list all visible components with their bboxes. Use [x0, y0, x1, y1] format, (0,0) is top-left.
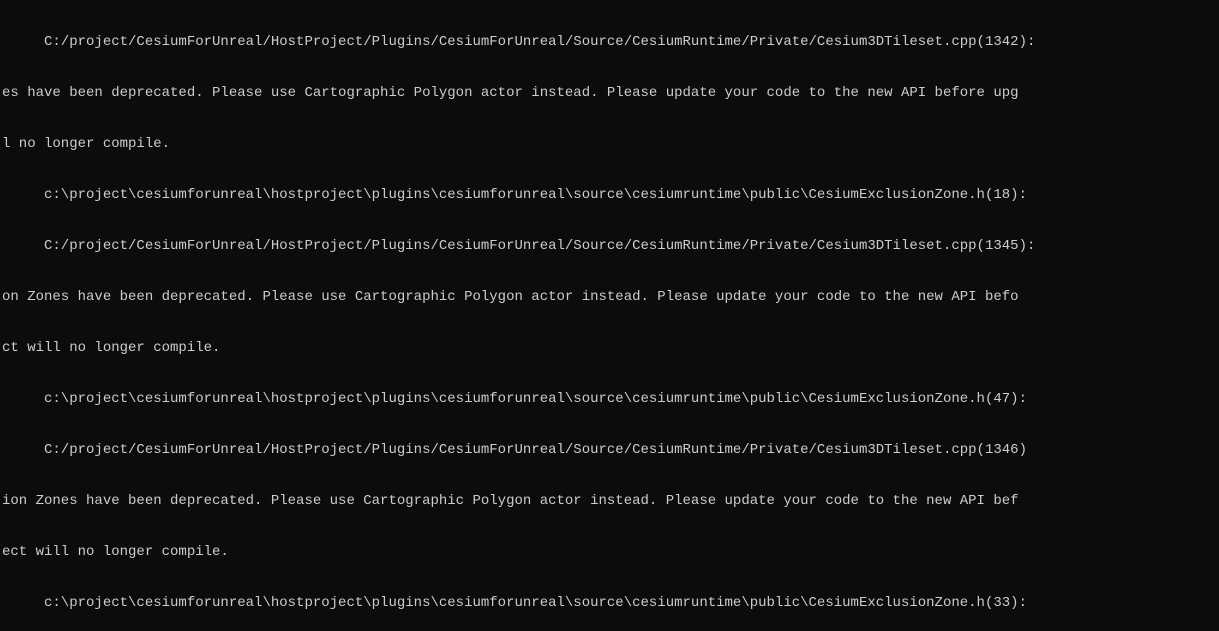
output-line: ion Zones have been deprecated. Please u…: [2, 493, 1217, 510]
output-line: on Zones have been deprecated. Please us…: [2, 289, 1217, 306]
output-line: c:\project\cesiumforunreal\hostproject\p…: [2, 595, 1217, 612]
output-line: ct will no longer compile.: [2, 340, 1217, 357]
output-line: C:/project/CesiumForUnreal/HostProject/P…: [2, 442, 1217, 459]
terminal-output[interactable]: C:/project/CesiumForUnreal/HostProject/P…: [0, 0, 1219, 631]
output-line: es have been deprecated. Please use Cart…: [2, 85, 1217, 102]
output-line: C:/project/CesiumForUnreal/HostProject/P…: [2, 238, 1217, 255]
output-line: c:\project\cesiumforunreal\hostproject\p…: [2, 187, 1217, 204]
output-line: C:/project/CesiumForUnreal/HostProject/P…: [2, 34, 1217, 51]
output-line: c:\project\cesiumforunreal\hostproject\p…: [2, 391, 1217, 408]
output-line: l no longer compile.: [2, 136, 1217, 153]
output-line: ect will no longer compile.: [2, 544, 1217, 561]
